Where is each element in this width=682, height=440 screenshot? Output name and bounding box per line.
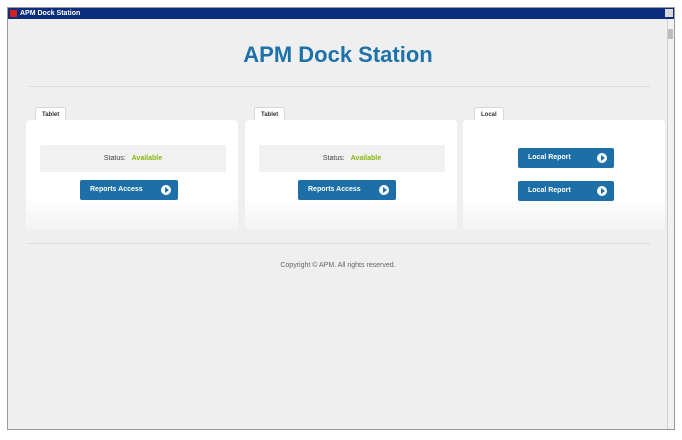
button-label: Reports Access: [90, 186, 143, 193]
local-report-button-2[interactable]: Local Report: [518, 181, 614, 201]
status-value: Available: [350, 155, 382, 162]
app-icon: [10, 10, 17, 17]
arrow-right-icon: [597, 186, 607, 196]
panel-tab-tablet-2: Tablet: [254, 107, 286, 121]
button-label: Local Report: [528, 187, 571, 194]
tablet-panel-1: Status: Available Reports Access: [26, 120, 238, 230]
local-report-button-1[interactable]: Local Report: [518, 148, 614, 168]
window-titlebar[interactable]: APM Dock Station: [8, 8, 674, 19]
footer-copyright: Copyright © APM. All rights reserved.: [280, 262, 396, 269]
arrow-right-icon: [161, 185, 171, 195]
tablet-panel-2: Status: Available Reports Access: [245, 120, 457, 230]
panel-tab-local: Local: [474, 107, 504, 121]
app-window: APM Dock Station APM Dock Station Tablet…: [7, 7, 675, 430]
status-value: Available: [131, 155, 163, 162]
status-label: Status:: [103, 155, 126, 162]
button-label: Reports Access: [308, 186, 361, 193]
button-label: Local Report: [528, 154, 571, 161]
reports-access-button-1[interactable]: Reports Access: [80, 180, 178, 200]
page-title: APM Dock Station: [243, 42, 433, 67]
status-row: Status: Available: [259, 145, 445, 172]
status-label: Status:: [322, 155, 345, 162]
window-control-button[interactable]: [665, 9, 673, 17]
panel-tab-tablet-1: Tablet: [35, 107, 67, 121]
arrow-right-icon: [597, 153, 607, 163]
window-title: APM Dock Station: [20, 10, 81, 17]
header-divider: [28, 86, 650, 87]
vertical-scrollbar[interactable]: [667, 19, 674, 429]
arrow-right-icon: [379, 185, 389, 195]
status-row: Status: Available: [40, 145, 226, 172]
reports-access-button-2[interactable]: Reports Access: [298, 180, 396, 200]
footer-divider: [28, 243, 650, 244]
local-panel: Local Report Local Report: [463, 120, 665, 230]
scrollbar-thumb[interactable]: [668, 29, 673, 39]
